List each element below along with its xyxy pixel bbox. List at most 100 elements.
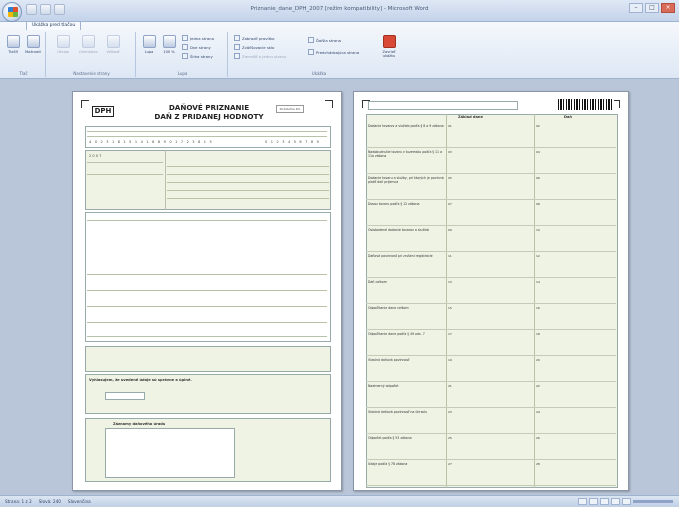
orientation-button[interactable]: Orientácia: [79, 35, 98, 54]
full-screen-view-icon[interactable]: [589, 498, 598, 505]
print-button[interactable]: Tlačiť: [4, 35, 22, 54]
row-number: 25: [448, 436, 452, 440]
zoom-100-label: 100 %: [163, 50, 175, 54]
window-title: Priznanie_dane_DPH_2007 [režim kompatibi…: [250, 6, 429, 12]
tab-print-preview[interactable]: Ukážka pred tlačou: [26, 21, 82, 30]
table-row: Dodanie tovarov a služieb podľa § 8 a 9 …: [366, 122, 616, 148]
table-row: Nadobudnutie tovaru v tuzemsku podľa § 1…: [366, 148, 616, 174]
web-layout-view-icon[interactable]: [600, 498, 609, 505]
margins-label: Okraje: [57, 50, 69, 54]
status-bar: Strana: 1 z 2 Slová: 240 Slovenčina: [0, 495, 679, 507]
print-options-button[interactable]: Možnosti: [24, 35, 42, 54]
registry-stamp: Podateľňa DÚ: [276, 105, 304, 113]
row-label: Dodanie tovaru a služby, pri ktorých je …: [368, 176, 444, 184]
representative-section: [85, 346, 331, 372]
divider: [167, 190, 329, 191]
page-width-button[interactable]: Šírka strany: [182, 53, 213, 60]
row-label: Odpočítanie dane celkom: [368, 306, 409, 310]
shrink-one-page-button[interactable]: Zmenšiť o jednu stranu: [234, 53, 286, 60]
show-ruler-label: Zobraziť pravítko: [242, 36, 275, 41]
previous-page-button[interactable]: Predchádzajúca strana: [308, 49, 359, 56]
row-number: 18: [536, 332, 540, 336]
row-number: 19: [448, 358, 452, 362]
preview-group-label: Ukážka: [311, 71, 327, 76]
zoom-group: Lupa 100 % Jedna strana Dve strany Šírka…: [138, 32, 228, 77]
outline-view-icon[interactable]: [611, 498, 620, 505]
row-label: Dodanie tovarov a služieb podľa § 8 a 9 …: [368, 124, 444, 128]
divider: [167, 174, 329, 175]
preview-group: Zobraziť pravítko Zväčšovacie sklo Zmenš…: [230, 32, 408, 77]
zoom-group-label: Lupa: [177, 71, 188, 76]
office-button[interactable]: [2, 2, 22, 22]
checkbox-checked-icon: [234, 44, 240, 50]
page-2[interactable]: Základ dane Daň Dodanie tovarov a služie…: [353, 91, 629, 491]
divider: [87, 174, 163, 175]
row-number: 17: [448, 332, 452, 336]
divider: [87, 136, 327, 137]
preview-workspace[interactable]: DPH DAŇOVÉ PRIZNANIE DAŇ Z PRIDANEJ HODN…: [0, 79, 679, 495]
crop-mark: [81, 100, 89, 108]
crop-mark: [325, 100, 333, 108]
maximize-button[interactable]: □: [645, 3, 659, 13]
table-row: Odpočítanie dane celkom 15 16: [366, 304, 616, 330]
two-pages-icon: [182, 44, 188, 50]
form-title-line2: DAŇ Z PRIDANEJ HODNOTY: [154, 112, 264, 121]
one-page-button[interactable]: Jedna strana: [182, 35, 214, 42]
row-number: 05: [448, 176, 452, 180]
page-setup-group-label: Nastavenie strany: [73, 71, 110, 76]
row-label: Daň celkom: [368, 280, 387, 284]
margins-icon: [56, 35, 70, 48]
row-label: Odpočet podľa § 53 zákona: [368, 436, 412, 440]
next-page-button[interactable]: Ďalšia strana: [308, 37, 341, 44]
row-label: Oslobodené dodanie tovarov a služieb: [368, 228, 429, 232]
draft-view-icon[interactable]: [622, 498, 631, 505]
magnifier-label: Zväčšovacie sklo: [242, 45, 275, 50]
declaration-text: Vyhlasujem, že uvedené údaje sú správne …: [89, 378, 192, 382]
row-label: Nadmerný odpočet: [368, 384, 399, 388]
row-number: 26: [536, 436, 540, 440]
two-pages-button[interactable]: Dve strany: [182, 44, 211, 51]
table-row: Dovoz tovaru podľa § 12 zákona 07 08: [366, 200, 616, 226]
taxpayer-section: [85, 150, 331, 210]
row-number: 08: [536, 202, 540, 206]
row-number: 16: [536, 306, 540, 310]
close-button[interactable]: ×: [661, 3, 675, 13]
notes-box: [105, 428, 235, 478]
table-row: Dodanie tovaru a služby, pri ktorých je …: [366, 174, 616, 200]
next-page-icon: [308, 37, 314, 43]
page-size-icon: [106, 35, 120, 48]
row-label: Dovoz tovaru podľa § 12 zákona: [368, 202, 420, 206]
divider: [167, 166, 329, 167]
close-preview-button[interactable]: Zavrieť ukážku: [376, 35, 402, 58]
zoom-100-icon: [162, 35, 176, 48]
print-layout-view-icon[interactable]: [578, 498, 587, 505]
print-group: Tlačiť Možnosti Tlač: [2, 32, 46, 77]
word-count[interactable]: Slová: 240: [39, 499, 61, 504]
zoom-label: Lupa: [144, 50, 154, 54]
one-page-label: Jedna strana: [190, 36, 214, 41]
row-number: 01: [448, 124, 452, 128]
row-number: 22: [536, 384, 540, 388]
row-number: 24: [536, 410, 540, 414]
divider: [87, 220, 327, 221]
margins-button[interactable]: Okraje: [54, 35, 72, 54]
show-ruler-checkbox[interactable]: Zobraziť pravítko: [234, 35, 274, 42]
page-count[interactable]: Strana: 1 z 2: [5, 499, 32, 504]
row-label: Odpočítanie dane podľa § 49 ods. 7: [368, 332, 425, 336]
row-label: Vlastná daňová povinnosť na úhradu: [368, 410, 427, 414]
page-1[interactable]: DPH DAŇOVÉ PRIZNANIE DAŇ Z PRIDANEJ HODN…: [72, 91, 342, 491]
view-controls: [578, 498, 673, 505]
language[interactable]: Slovenčina: [68, 499, 91, 504]
shrink-label: Zmenšiť o jednu stranu: [242, 54, 287, 59]
size-button[interactable]: Veľkosť: [104, 35, 122, 54]
divider: [87, 336, 327, 337]
zoom-button[interactable]: Lupa: [140, 35, 158, 54]
ribbon: Ukážka pred tlačou Tlačiť Možnosti Tlač …: [0, 21, 679, 79]
magnifier-checkbox[interactable]: Zväčšovacie sklo: [234, 44, 274, 51]
zoom-slider[interactable]: [633, 500, 673, 503]
minimize-button[interactable]: –: [629, 3, 643, 13]
previous-page-label: Predchádzajúca strana: [316, 50, 360, 55]
divider: [167, 198, 329, 199]
base-column-header: Základ dane: [458, 115, 483, 119]
zoom-100-button[interactable]: 100 %: [160, 35, 178, 54]
